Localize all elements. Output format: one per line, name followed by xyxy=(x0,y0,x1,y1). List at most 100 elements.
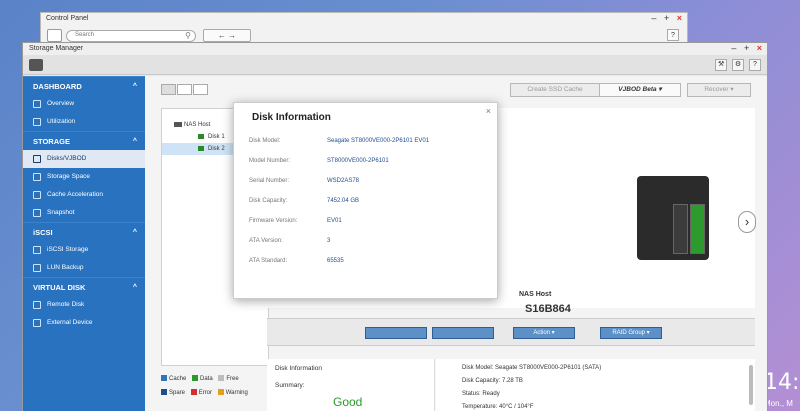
sidebar-item-label: Overview xyxy=(47,100,75,107)
detail-view-icon[interactable] xyxy=(193,84,208,95)
sidebar-section-iscsi[interactable]: iSCSI ^ xyxy=(23,222,145,241)
storage-manager-titlebar: Storage Manager – + × xyxy=(23,43,767,55)
sidebar-section-virtual-disk[interactable]: VIRTUAL DISK ^ xyxy=(23,277,145,296)
row-key: Serial Number: xyxy=(249,178,290,184)
sidebar-item-iscsi-storage[interactable]: iSCSI Storage xyxy=(23,241,145,259)
legend-error: Error xyxy=(190,386,213,400)
help-button[interactable]: ? xyxy=(749,59,761,71)
sidebar: DASHBOARD ^ Overview Utilization STORAGE… xyxy=(23,76,145,411)
close-icon[interactable]: × xyxy=(486,106,491,116)
detail-line: Disk Model: Seagate ST8000VE000-2P6101 (… xyxy=(462,365,602,371)
next-device-button[interactable]: › xyxy=(738,211,756,233)
sidebar-item-remote-disk[interactable]: Remote Disk xyxy=(23,296,145,314)
nas-device-image xyxy=(637,176,709,260)
search-input[interactable]: Search ⚲ xyxy=(66,30,196,42)
external-device-icon xyxy=(33,319,41,327)
maximize-button[interactable]: + xyxy=(744,43,749,53)
close-button[interactable]: × xyxy=(757,43,762,53)
action-bar-button[interactable] xyxy=(365,327,427,339)
row-key: Disk Capacity: xyxy=(249,198,288,204)
sidebar-section-dashboard[interactable]: DASHBOARD ^ xyxy=(23,76,145,95)
storage-manager-toolbar: ⚒ ⚙ ? xyxy=(23,55,767,75)
list-view-icon[interactable] xyxy=(161,84,176,95)
action-bar: Action ▾ RAID Group ▾ xyxy=(267,318,755,346)
sidebar-item-label: Remote Disk xyxy=(47,301,85,308)
app-menu-icon[interactable] xyxy=(29,59,43,71)
device-model: S16B864 xyxy=(525,303,571,315)
legend-label: Cache xyxy=(169,376,187,382)
remote-disk-icon xyxy=(33,301,41,309)
vjbod-badge: Beta xyxy=(642,86,657,93)
sidebar-section-storage[interactable]: STORAGE ^ xyxy=(23,131,145,150)
sidebar-item-cache-acceleration[interactable]: Cache Acceleration xyxy=(23,186,145,204)
gear-icon[interactable]: ⚙ xyxy=(732,59,745,71)
row-value: ST8000VE000-2P6101 xyxy=(327,158,389,164)
sidebar-item-label: Cache Acceleration xyxy=(47,191,104,198)
minimize-button[interactable]: – xyxy=(651,13,656,23)
disk-icon xyxy=(198,134,204,139)
row-value: EV01 xyxy=(327,218,342,224)
sidebar-item-label: Snapshot xyxy=(47,209,75,216)
home-icon[interactable] xyxy=(47,29,62,42)
disk-bay-2[interactable] xyxy=(690,204,705,254)
sidebar-item-lun-backup[interactable]: LUN Backup xyxy=(23,259,145,277)
legend-cache: Cache xyxy=(161,372,186,386)
chevron-up-icon: ^ xyxy=(132,229,137,236)
control-panel-titlebar: Control Panel – + × xyxy=(41,13,687,25)
backup-icon xyxy=(33,264,41,272)
row-key: ATA Standard: xyxy=(249,258,288,264)
storage-manager-title: Storage Manager xyxy=(29,45,84,52)
action-bar-button[interactable] xyxy=(432,327,494,339)
legend-free: Free xyxy=(218,372,239,386)
dropdown-icon: ▾ xyxy=(730,86,734,93)
grid-view-icon[interactable] xyxy=(177,84,192,95)
raid-group-label: RAID Group xyxy=(612,330,645,336)
disk-details-panel: Disk Model: Seagate ST8000VE000-2P6101 (… xyxy=(436,359,755,411)
dialog-title: Disk Information xyxy=(252,112,331,123)
disk-summary-heading: Disk Information xyxy=(275,365,322,372)
sidebar-item-storage-space[interactable]: Storage Space xyxy=(23,168,145,186)
detail-line: Status: Ready xyxy=(462,391,500,397)
disk-icon xyxy=(33,155,41,163)
close-button[interactable]: × xyxy=(677,13,682,23)
legend-label: Spare xyxy=(169,390,186,396)
summary-label: Summary: xyxy=(275,382,305,389)
disk-icon xyxy=(198,146,204,151)
vjbod-button[interactable]: VJBOD Beta ▾ xyxy=(599,83,681,97)
iscsi-icon xyxy=(33,246,41,254)
detail-line: Disk Capacity: 7.28 TB xyxy=(462,378,523,384)
action-button[interactable]: Action ▾ xyxy=(513,327,575,339)
view-toggle xyxy=(161,84,209,97)
sidebar-section-label: STORAGE xyxy=(33,137,70,146)
help-button[interactable]: ? xyxy=(667,29,679,41)
dropdown-icon: ▾ xyxy=(658,86,662,93)
sidebar-item-label: Storage Space xyxy=(47,173,91,180)
sidebar-item-utilization[interactable]: Utilization xyxy=(23,113,145,131)
minimize-button[interactable]: – xyxy=(731,43,736,53)
scrollbar[interactable] xyxy=(749,365,753,405)
row-value: 65535 xyxy=(327,258,344,264)
sidebar-item-label: Utilization xyxy=(47,118,76,125)
nas-icon xyxy=(174,122,182,127)
tools-icon[interactable]: ⚒ xyxy=(715,59,728,71)
raid-group-button[interactable]: RAID Group ▾ xyxy=(600,327,662,339)
legend-label: Warning xyxy=(225,390,248,396)
cache-icon xyxy=(33,191,41,199)
recover-button[interactable]: Recover ▾ xyxy=(687,83,751,97)
legend-label: Error xyxy=(198,390,213,396)
maximize-button[interactable]: + xyxy=(664,13,669,23)
sidebar-item-label: External Device xyxy=(47,319,93,326)
dropdown-icon: ▾ xyxy=(646,330,650,336)
sidebar-item-label: LUN Backup xyxy=(47,264,84,271)
control-panel-window-controls: – + × xyxy=(646,13,682,23)
sidebar-item-external-device[interactable]: External Device xyxy=(23,314,145,332)
sidebar-item-disks-vjbod[interactable]: Disks/VJBOD xyxy=(23,150,145,168)
back-forward-buttons[interactable]: ← → xyxy=(203,29,251,42)
legend-warning: Warning xyxy=(217,386,248,400)
sidebar-item-snapshot[interactable]: Snapshot xyxy=(23,204,145,222)
disk-bay-1[interactable] xyxy=(673,204,688,254)
sidebar-section-label: iSCSI xyxy=(33,228,53,237)
create-ssd-cache-button[interactable]: Create SSD Cache xyxy=(510,83,600,97)
tree-node-label: Disk 1 xyxy=(208,134,225,140)
sidebar-item-overview[interactable]: Overview xyxy=(23,95,145,113)
